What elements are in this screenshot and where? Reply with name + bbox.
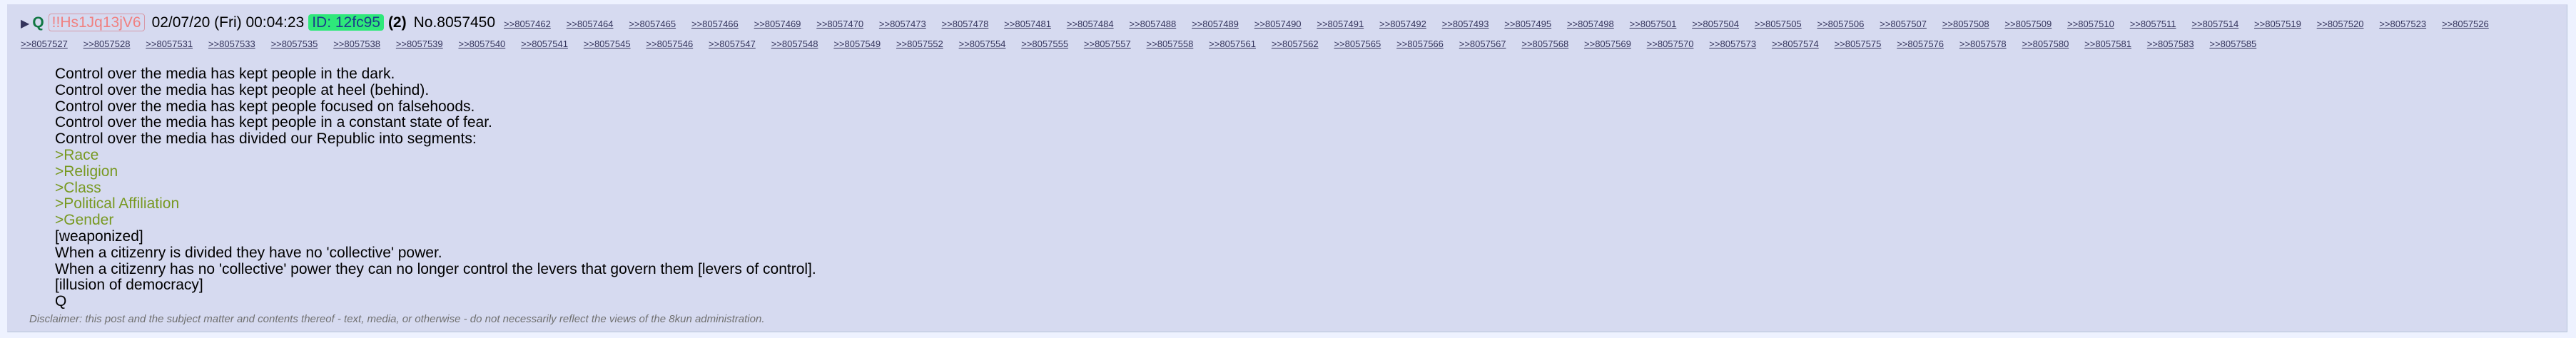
backlink[interactable]: >>8057539 bbox=[396, 39, 443, 49]
backlink[interactable]: >>8057554 bbox=[959, 39, 1006, 49]
backlink[interactable]: >>8057549 bbox=[833, 39, 881, 49]
backlink[interactable]: >>8057473 bbox=[879, 19, 926, 29]
backlink[interactable]: >>8057509 bbox=[2004, 19, 2052, 29]
body-line: When a citizenry has no 'collective' pow… bbox=[55, 260, 816, 277]
backlink[interactable]: >>8057523 bbox=[2379, 19, 2426, 29]
backlink[interactable]: >>8057585 bbox=[2209, 39, 2256, 49]
backlink[interactable]: >>8057573 bbox=[1709, 39, 1756, 49]
backlink[interactable]: >>8057568 bbox=[1521, 39, 1568, 49]
backlink[interactable]: >>8057561 bbox=[1209, 39, 1256, 49]
backlink[interactable]: >>8057555 bbox=[1021, 39, 1068, 49]
backlink[interactable]: >>8057546 bbox=[646, 39, 693, 49]
backlink[interactable]: >>8057501 bbox=[1630, 19, 1677, 29]
greentext-line: >Race bbox=[55, 146, 99, 163]
backlink[interactable]: >>8057506 bbox=[1817, 19, 1865, 29]
backlink[interactable]: >>8057545 bbox=[584, 39, 631, 49]
backlink[interactable]: >>8057576 bbox=[1897, 39, 1944, 49]
body-line: Q bbox=[55, 293, 67, 310]
backlink[interactable]: >>8057533 bbox=[208, 39, 255, 49]
backlink[interactable]: >>8057575 bbox=[1835, 39, 1882, 49]
body-line: Control over the media has kept people a… bbox=[55, 81, 430, 98]
backlink[interactable]: >>8057552 bbox=[896, 39, 943, 49]
post-container: ▶ Q !!Hs1Jq13jV6 02/07/20 (Fri) 00:04:23 ID:… bbox=[7, 4, 2567, 332]
backlink[interactable]: >>8057488 bbox=[1129, 19, 1176, 29]
backlink[interactable]: >>8057540 bbox=[458, 39, 505, 49]
backlink[interactable]: >>8057511 bbox=[2130, 19, 2176, 29]
backlink[interactable]: >>8057498 bbox=[1567, 19, 1614, 29]
backlink[interactable]: >>8057470 bbox=[816, 19, 863, 29]
backlink[interactable]: >>8057565 bbox=[1334, 39, 1381, 49]
poster-id-badge[interactable]: ID: 12fc95 bbox=[308, 14, 384, 31]
backlink[interactable]: >>8057469 bbox=[754, 19, 801, 29]
backlink[interactable]: >>8057562 bbox=[1272, 39, 1319, 49]
backlink[interactable]: >>8057566 bbox=[1396, 39, 1444, 49]
backlink[interactable]: >>8057492 bbox=[1379, 19, 1426, 29]
backlink[interactable]: >>8057481 bbox=[1004, 19, 1051, 29]
greentext-line: >Religion bbox=[55, 163, 118, 180]
backlink[interactable]: >>8057547 bbox=[709, 39, 756, 49]
backlink[interactable]: >>8057548 bbox=[771, 39, 818, 49]
tripcode: !!Hs1Jq13jV6 bbox=[48, 14, 145, 31]
backlink[interactable]: >>8057491 bbox=[1317, 19, 1364, 29]
post-intro: ▶ Q !!Hs1Jq13jV6 02/07/20 (Fri) 00:04:23 ID:… bbox=[21, 14, 2561, 53]
backlink[interactable]: >>8057520 bbox=[2317, 19, 2364, 29]
backlink[interactable]: >>8057570 bbox=[1647, 39, 1694, 49]
backlink[interactable]: >>8057581 bbox=[2084, 39, 2131, 49]
body-line: [weaponized] bbox=[55, 227, 143, 245]
backlink[interactable]: >>8057531 bbox=[146, 39, 193, 49]
body-line: Control over the media has kept people i… bbox=[55, 66, 395, 82]
greentext-line: >Class bbox=[55, 179, 101, 196]
backlink[interactable]: >>8057478 bbox=[942, 19, 989, 29]
backlink[interactable]: >>8057580 bbox=[2022, 39, 2069, 49]
poster-name: Q bbox=[32, 14, 44, 31]
backlink[interactable]: >>8057567 bbox=[1459, 39, 1506, 49]
backlink[interactable]: >>8057558 bbox=[1147, 39, 1194, 49]
backlink[interactable]: >>8057583 bbox=[2147, 39, 2194, 49]
backlink[interactable]: >>8057508 bbox=[1942, 19, 1989, 29]
backlink[interactable]: >>8057519 bbox=[2254, 19, 2301, 29]
triangle-right-icon[interactable]: ▶ bbox=[21, 15, 29, 34]
post-body: Control over the media has kept people i… bbox=[55, 66, 816, 310]
backlink[interactable]: >>8057527 bbox=[21, 39, 68, 49]
backlink[interactable]: >>8057514 bbox=[2191, 19, 2238, 29]
body-line: [illusion of democracy] bbox=[55, 277, 203, 294]
backlink[interactable]: >>8057465 bbox=[629, 19, 676, 29]
backlink[interactable]: >>8057489 bbox=[1192, 19, 1239, 29]
backlink[interactable]: >>8057569 bbox=[1584, 39, 1631, 49]
body-line: When a citizenry is divided they have no… bbox=[55, 244, 442, 261]
backlink[interactable]: >>8057528 bbox=[83, 39, 131, 49]
backlink[interactable]: >>8057541 bbox=[521, 39, 568, 49]
backlink[interactable]: >>8057538 bbox=[333, 39, 380, 49]
backlink[interactable]: >>8057504 bbox=[1692, 19, 1739, 29]
body-line: Control over the media has divided our R… bbox=[55, 130, 477, 148]
backlink[interactable]: >>8057578 bbox=[1959, 39, 2007, 49]
backlink[interactable]: >>8057505 bbox=[1755, 19, 1802, 29]
backlink[interactable]: >>8057484 bbox=[1067, 19, 1114, 29]
backlink[interactable]: >>8057493 bbox=[1442, 19, 1489, 29]
backlink[interactable]: >>8057574 bbox=[1772, 39, 1819, 49]
backlink[interactable]: >>8057490 bbox=[1254, 19, 1302, 29]
backlink[interactable]: >>8057464 bbox=[567, 19, 614, 29]
backlink[interactable]: >>8057557 bbox=[1084, 39, 1131, 49]
backlink[interactable]: >>8057495 bbox=[1504, 19, 1551, 29]
backlink[interactable]: >>8057510 bbox=[2067, 19, 2114, 29]
body-line: Control over the media has kept people i… bbox=[55, 114, 492, 131]
greentext-line: >Political Affiliation bbox=[55, 195, 180, 212]
greentext-line: >Gender bbox=[55, 212, 114, 229]
post-number-link[interactable]: No.8057450 bbox=[414, 14, 495, 31]
post-date: 02/07/20 (Fri) 00:04:23 bbox=[151, 14, 305, 31]
backlink[interactable]: >>8057526 bbox=[2442, 19, 2489, 29]
backlink[interactable]: >>8057462 bbox=[504, 19, 551, 29]
body-line: Control over the media has kept people f… bbox=[55, 98, 475, 115]
backlink[interactable]: >>8057466 bbox=[691, 19, 739, 29]
backlink[interactable]: >>8057535 bbox=[271, 39, 318, 49]
poster-post-count: (2) bbox=[387, 14, 407, 31]
disclaimer: Disclaimer: this post and the subject ma… bbox=[29, 313, 765, 325]
backlink[interactable]: >>8057507 bbox=[1880, 19, 1927, 29]
